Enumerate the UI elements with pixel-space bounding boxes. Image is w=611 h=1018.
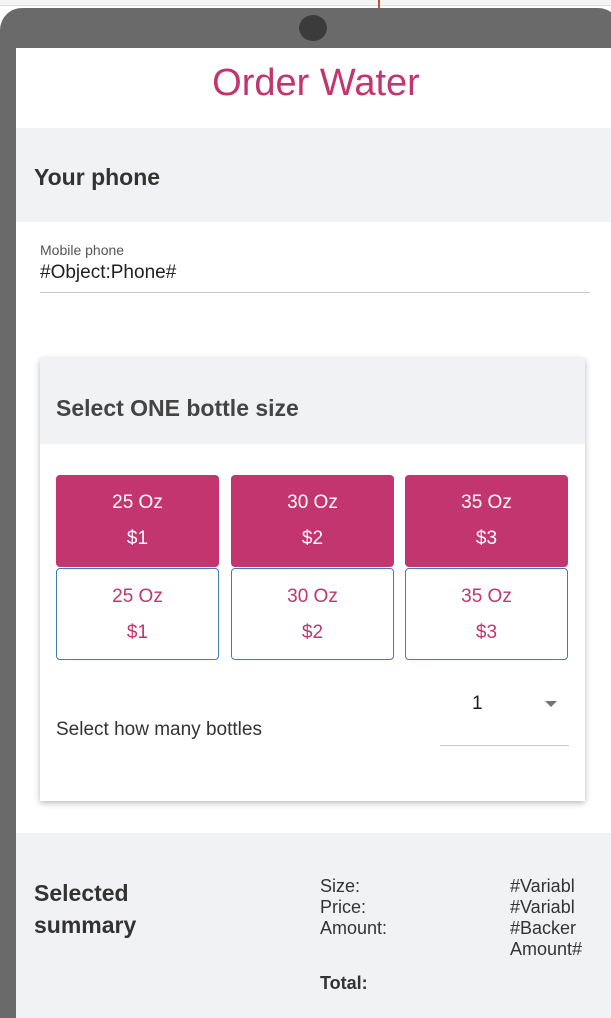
size-button-25oz-filled[interactable]: 25 Oz $1 (56, 475, 219, 567)
phone-section-title: Your phone (34, 164, 161, 190)
size-label: 35 Oz (461, 586, 512, 607)
summary-value-amount-cont: Amount# (510, 939, 583, 959)
bottle-size-card: Select ONE bottle size 25 Oz $1 30 Oz $2… (40, 358, 585, 801)
summary-title: Selected summary (34, 877, 214, 941)
size-label: 25 Oz (112, 586, 163, 607)
mobile-phone-label: Mobile phone (40, 242, 125, 258)
price-label: $3 (475, 528, 498, 549)
size-label: 25 Oz (112, 492, 163, 513)
price-label: $2 (301, 622, 324, 643)
summary-values: #Variabl #Variabl #Backer Amount# (510, 876, 582, 960)
quantity-value: 1 (472, 693, 483, 714)
summary-value-amount: #Backer (510, 918, 577, 938)
summary-label-amount: Amount: (320, 918, 388, 938)
phone-section-header: Your phone (16, 128, 611, 222)
summary-labels: Size: Price: Amount: (320, 876, 387, 939)
size-options-outlined-row: 25 Oz $1 30 Oz $2 35 Oz $3 (56, 568, 569, 660)
price-label: $2 (301, 528, 324, 549)
page: Order Water Your phone Mobile phone #Obj… (0, 0, 611, 1018)
summary-total-label: Total: (320, 973, 368, 993)
size-button-35oz-outlined[interactable]: 35 Oz $3 (405, 568, 568, 660)
dropdown-arrow-icon[interactable] (545, 701, 557, 707)
summary-label-price: Price: (320, 897, 367, 917)
price-label: $1 (126, 528, 149, 549)
bottle-card-header: Select ONE bottle size (40, 358, 585, 444)
summary-value-price: #Variabl (510, 897, 575, 917)
app-header: Order Water (16, 48, 611, 128)
camera-icon (299, 15, 327, 41)
size-options-filled-row: 25 Oz $1 30 Oz $2 35 Oz $3 (56, 475, 569, 567)
price-label: $3 (475, 622, 498, 643)
summary-label-size: Size: (320, 876, 361, 896)
page-title: Order Water (212, 62, 420, 104)
size-label: 35 Oz (461, 492, 512, 513)
mobile-phone-value[interactable]: #Object:Phone# (40, 262, 590, 284)
summary-title-line2: summary (34, 912, 137, 938)
bottle-card-title: Select ONE bottle size (56, 395, 299, 421)
quantity-select[interactable]: 1 (440, 693, 569, 746)
phone-device-frame: Order Water Your phone Mobile phone #Obj… (0, 8, 611, 1018)
mobile-phone-field[interactable]: Mobile phone #Object:Phone# (40, 242, 590, 293)
summary-title-line1: Selected (34, 880, 129, 906)
size-button-35oz-filled[interactable]: 35 Oz $3 (405, 475, 568, 567)
size-button-25oz-outlined[interactable]: 25 Oz $1 (56, 568, 219, 660)
size-label: 30 Oz (287, 586, 338, 607)
size-button-30oz-outlined[interactable]: 30 Oz $2 (231, 568, 394, 660)
app-screen: Order Water Your phone Mobile phone #Obj… (16, 48, 611, 1018)
size-button-30oz-filled[interactable]: 30 Oz $2 (231, 475, 394, 567)
size-label: 30 Oz (287, 492, 338, 513)
summary-value-size: #Variabl (510, 876, 575, 896)
price-label: $1 (126, 622, 149, 643)
selected-summary-section: Selected summary Size: Price: Amount: #V… (16, 833, 611, 1018)
quantity-label: Select how many bottles (56, 719, 262, 740)
